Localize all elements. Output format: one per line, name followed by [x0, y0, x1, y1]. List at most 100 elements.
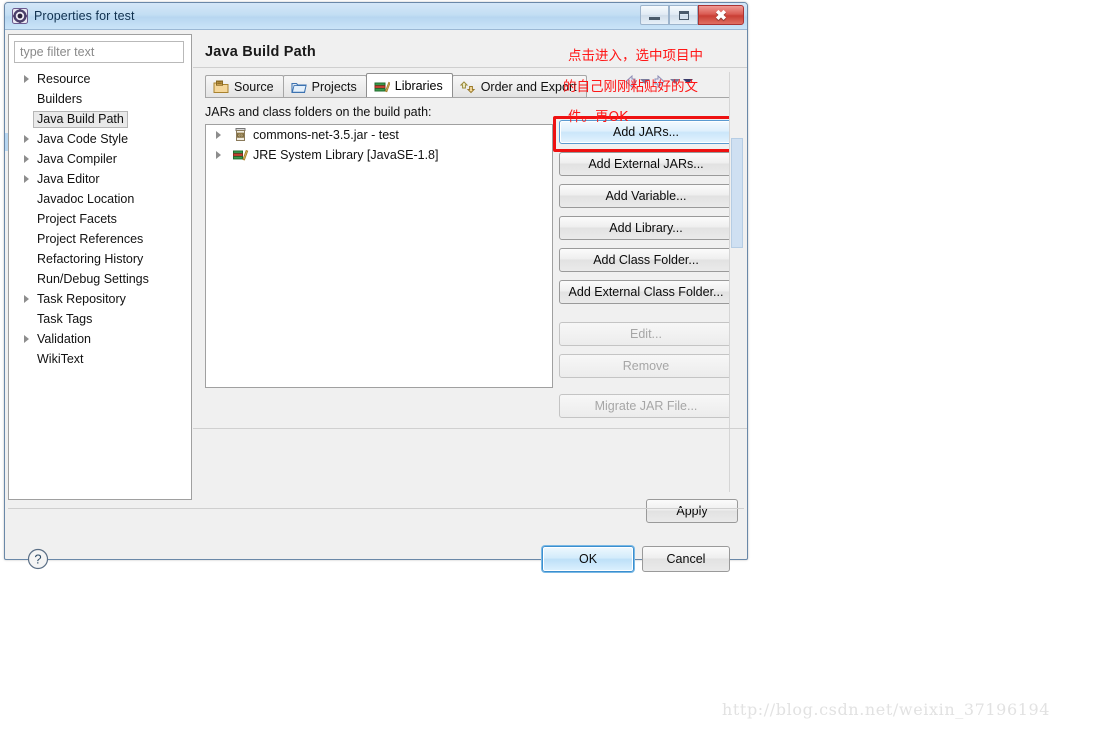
page-title: Java Build Path: [205, 44, 316, 60]
footer-divider: [8, 508, 744, 509]
source-folder-icon: [213, 80, 229, 94]
sidebar-item-label: Project References: [37, 231, 144, 246]
settings-sidebar: Resource Builders Java Build Path Java Code…: [8, 34, 192, 500]
content-pane: Java Build Path Source Projects Libraries O…: [193, 30, 747, 559]
dialog-titlebar: Properties for test ✖: [5, 3, 747, 30]
list-item[interactable]: JRE System Library [JavaSE-1.8]: [206, 145, 552, 165]
sidebar-item-task-tags[interactable]: Task Tags: [9, 309, 191, 329]
annotation-line-3: 件。再OK: [568, 109, 628, 125]
expand-arrow-icon[interactable]: [19, 155, 33, 163]
sidebar-item-project-references[interactable]: Project References: [9, 229, 191, 249]
sidebar-item-label: Java Editor: [37, 171, 100, 186]
sidebar-item-resource[interactable]: Resource: [9, 69, 191, 89]
ok-button[interactable]: OK: [542, 546, 634, 572]
add-external-class-folder-button[interactable]: Add External Class Folder...: [559, 280, 733, 304]
expand-arrow-icon[interactable]: [19, 295, 33, 303]
tab-libraries[interactable]: Libraries: [365, 73, 453, 97]
sidebar-item-refactoring-history[interactable]: Refactoring History: [9, 249, 191, 269]
projects-folder-icon: [291, 80, 307, 94]
svg-text:010: 010: [238, 134, 244, 138]
cancel-button[interactable]: Cancel: [642, 546, 730, 572]
list-item-label: JRE System Library [JavaSE-1.8]: [253, 148, 439, 162]
tab-label: Source: [234, 79, 274, 94]
watermark: http://blog.csdn.net/weixin_37196194: [722, 700, 1051, 719]
tab-source[interactable]: Source: [205, 75, 284, 97]
annotation-line-2: 的自己刚刚粘贴好的文: [563, 79, 698, 95]
svg-text:?: ?: [34, 552, 41, 567]
dialog-body: Resource Builders Java Build Path Java Code…: [5, 30, 747, 572]
help-icon[interactable]: ?: [27, 548, 49, 570]
sidebar-item-javadoc-location[interactable]: Javadoc Location: [9, 189, 191, 209]
filter-field-wrapper: [14, 41, 184, 63]
apply-button[interactable]: Apply: [646, 499, 738, 523]
sidebar-item-validation[interactable]: Validation: [9, 329, 191, 349]
title-divider: [193, 67, 747, 68]
content-scrollbar[interactable]: [729, 72, 743, 492]
build-path-list[interactable]: 010 commons-net-3.5.jar - test JRE System …: [205, 124, 553, 388]
order-export-arrows-icon: [459, 80, 476, 94]
list-item[interactable]: 010 commons-net-3.5.jar - test: [206, 125, 552, 145]
expand-arrow-icon[interactable]: [19, 335, 33, 343]
sidebar-item-java-build-path[interactable]: Java Build Path: [9, 109, 191, 129]
sidebar-item-run-debug-settings[interactable]: Run/Debug Settings: [9, 269, 191, 289]
expand-arrow-icon[interactable]: [19, 75, 33, 83]
maximize-icon: [678, 10, 689, 20]
expand-arrow-icon[interactable]: [19, 175, 33, 183]
add-class-folder-button[interactable]: Add Class Folder...: [559, 248, 733, 272]
migrate-jar-file-button: Migrate JAR File...: [559, 394, 733, 418]
sidebar-item-label: Resource: [37, 71, 91, 86]
expand-arrow-icon[interactable]: [216, 131, 232, 139]
tabs-divider: [205, 97, 733, 98]
sidebar-item-project-facets[interactable]: Project Facets: [9, 209, 191, 229]
list-item-label: commons-net-3.5.jar - test: [253, 128, 399, 142]
minimize-icon: [649, 17, 660, 20]
tab-label: Libraries: [394, 78, 443, 93]
add-library-button[interactable]: Add Library...: [559, 216, 733, 240]
jar-file-icon: 010: [232, 127, 250, 143]
scrollbar-thumb[interactable]: [731, 138, 743, 248]
sidebar-item-label: Task Tags: [37, 311, 93, 326]
close-button[interactable]: ✖: [698, 5, 744, 25]
build-path-button-column: Add JARs... Add External JARs... Add Varia…: [559, 120, 733, 426]
sidebar-item-label: Java Compiler: [37, 151, 117, 166]
sidebar-item-label: Javadoc Location: [37, 191, 135, 206]
eclipse-properties-icon: [12, 8, 28, 24]
sidebar-item-label: Java Build Path: [33, 110, 128, 128]
jre-library-icon: [232, 147, 250, 163]
expand-arrow-icon[interactable]: [216, 151, 232, 159]
sidebar-item-java-editor[interactable]: Java Editor: [9, 169, 191, 189]
maximize-button[interactable]: [669, 5, 698, 25]
tab-projects[interactable]: Projects: [282, 75, 367, 97]
add-external-jars-button[interactable]: Add External JARs...: [559, 152, 733, 176]
sidebar-item-java-code-style[interactable]: Java Code Style: [9, 129, 191, 149]
dialog-title: Properties for test: [34, 9, 135, 23]
libraries-books-icon: [374, 79, 391, 93]
tab-strip: Source Projects Libraries Order and Export: [205, 73, 587, 97]
panel-divider: [193, 428, 747, 429]
sidebar-item-task-repository[interactable]: Task Repository: [9, 289, 191, 309]
sidebar-item-builders[interactable]: Builders: [9, 89, 191, 109]
close-icon: ✖: [715, 7, 727, 23]
sidebar-item-label: Run/Debug Settings: [37, 271, 149, 286]
sidebar-item-label: Project Facets: [37, 211, 117, 226]
add-variable-button[interactable]: Add Variable...: [559, 184, 733, 208]
search-input[interactable]: [14, 41, 184, 63]
sidebar-item-label: Refactoring History: [37, 251, 144, 266]
window-controls: ✖: [640, 5, 744, 25]
annotation-line-1: 点击进入，选中项目中: [568, 48, 703, 64]
screenshot-root: Properties for test ✖ ResourceBuilde: [0, 0, 1093, 731]
sidebar-item-label: Task Repository: [37, 291, 126, 306]
tab-label: Projects: [311, 79, 357, 94]
remove-button: Remove: [559, 354, 733, 378]
sidebar-item-wikitext[interactable]: WikiText: [9, 349, 191, 369]
sidebar-item-label: Validation: [37, 331, 91, 346]
minimize-button[interactable]: [640, 5, 669, 25]
settings-tree: Resource Builders Java Build Path Java Code…: [9, 69, 191, 499]
sidebar-item-java-compiler[interactable]: Java Compiler: [9, 149, 191, 169]
edit-button: Edit...: [559, 322, 733, 346]
sidebar-item-label: WikiText: [37, 351, 84, 366]
expand-arrow-icon[interactable]: [19, 135, 33, 143]
sidebar-edge-highlight: [5, 133, 8, 151]
sidebar-item-label: Builders: [37, 91, 83, 106]
list-label: JARs and class folders on the build path…: [205, 105, 432, 119]
